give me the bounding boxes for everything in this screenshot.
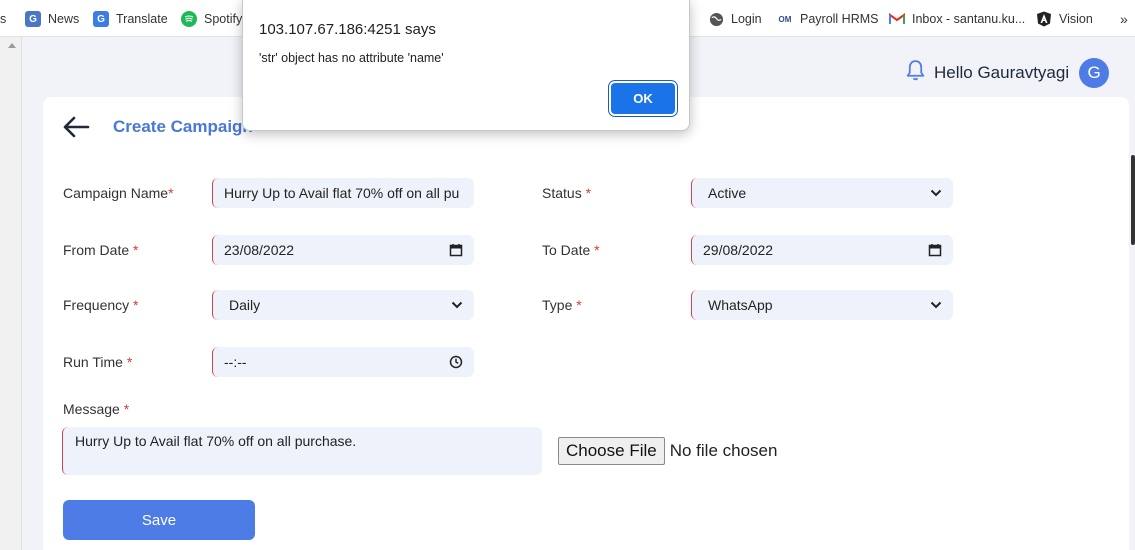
chevron-down-icon [927,186,945,200]
globe-icon [708,11,724,27]
bookmark-label: News [48,12,80,26]
bookmark-news[interactable]: G News [25,10,79,28]
back-arrow-icon[interactable] [62,116,90,138]
scrollbar-thumb[interactable] [1131,155,1135,245]
required-mark: * [133,242,139,258]
to-date-input[interactable]: 29/08/2022 [691,235,953,265]
translate-icon: G [93,11,109,27]
gmail-icon [889,11,905,27]
bookmark-translate[interactable]: G Translate [93,10,168,28]
label-text: Message [63,401,120,417]
bookmark-payroll[interactable]: OM Payroll HRMS [777,10,879,28]
label-text: Status [542,185,582,201]
scroll-up-arrow-icon[interactable] [8,43,16,48]
type-value: WhatsApp [708,297,773,313]
bookmark-partial[interactable]: s [0,10,6,28]
payroll-icon: OM [778,14,792,24]
calendar-icon[interactable] [449,243,463,257]
bookmarks-overflow-button[interactable]: » [1120,10,1128,28]
create-campaign-card [43,97,1129,550]
to-date-label: To Date * [542,242,600,258]
alert-dialog: 103.107.67.186:4251 says 'str' object ha… [242,0,690,131]
from-date-input[interactable]: 23/08/2022 [212,235,474,265]
type-select[interactable]: WhatsApp [691,290,953,320]
message-value: Hurry Up to Avail flat 70% off on all pu… [75,433,357,449]
label-text: From Date [63,242,130,258]
file-input: Choose File No file chosen [558,437,777,465]
bookmark-label: Translate [116,12,168,26]
required-mark: * [123,401,130,417]
frequency-select[interactable]: Daily [212,290,474,320]
label-text: Type [542,297,573,313]
required-mark: * [126,354,133,370]
greeting-text: Hello Gauravtyagi [934,63,1070,82]
required-mark: * [585,185,592,201]
message-label: Message * [63,401,129,417]
choose-file-button[interactable]: Choose File [558,437,665,465]
calendar-icon[interactable] [928,243,942,257]
status-value: Active [708,185,747,201]
message-textarea[interactable]: Hurry Up to Avail flat 70% off on all pu… [62,427,542,475]
dialog-ok-button[interactable]: OK [611,83,675,114]
required-mark: * [133,297,139,313]
frequency-value: Daily [229,297,261,313]
status-label: Status * [542,185,591,201]
bookmark-label: Spotify [204,12,243,26]
chevron-down-icon [927,298,945,312]
scroll-strip[interactable] [0,37,22,550]
bookmark-label: Inbox - santanu.ku... [912,12,1026,26]
status-select[interactable]: Active [691,178,953,208]
required-mark: * [576,297,582,313]
clock-icon[interactable] [449,355,463,369]
bookmark-spotify[interactable]: Spotify [181,10,242,28]
bookmark-label: Vision [1059,12,1093,26]
spotify-icon [181,11,197,27]
avatar[interactable]: G [1079,58,1110,88]
bell-icon[interactable] [903,58,928,88]
save-button[interactable]: Save [63,500,255,540]
bookmark-label: Payroll HRMS [800,12,879,26]
bookmark-label: s [0,12,7,26]
from-date-value: 23/08/2022 [224,242,295,258]
page-title: Create Campaign [113,117,253,136]
campaign-name-value: Hurry Up to Avail flat 70% off on all pu [224,185,460,201]
run-time-label: Run Time * [63,354,132,370]
bookmark-vision[interactable]: Vision [1036,10,1093,28]
user-greeting: Hello Gauravtyagi G [903,58,1110,88]
chevron-down-icon [448,298,466,312]
label-text: To Date [542,242,591,258]
run-time-input[interactable]: --:-- [212,347,474,377]
dialog-origin: 103.107.67.186:4251 says [259,21,436,38]
bookmark-login[interactable]: Login [708,10,762,28]
label-text: Run Time [63,354,123,370]
no-file-text: No file chosen [669,441,778,460]
dialog-message: 'str' object has no attribute 'name' [259,51,444,65]
bookmarks-overflow-label: » [1120,11,1128,27]
campaign-name-input[interactable]: Hurry Up to Avail flat 70% off on all pu [212,178,474,208]
angular-icon [1036,11,1052,27]
required-mark: * [594,242,600,258]
news-icon: G [25,11,41,27]
from-date-label: From Date * [63,242,138,258]
label-text: Frequency [63,297,130,313]
bookmark-label: Login [731,12,762,26]
frequency-label: Frequency * [63,297,139,313]
required-mark: * [168,185,174,201]
bookmark-inbox[interactable]: Inbox - santanu.ku... [889,10,1025,28]
run-time-value: --:-- [224,354,247,370]
label-text: Campaign Name [63,185,169,201]
type-label: Type * [542,297,582,313]
campaign-name-label: Campaign Name* [63,185,174,201]
to-date-value: 29/08/2022 [703,242,774,258]
